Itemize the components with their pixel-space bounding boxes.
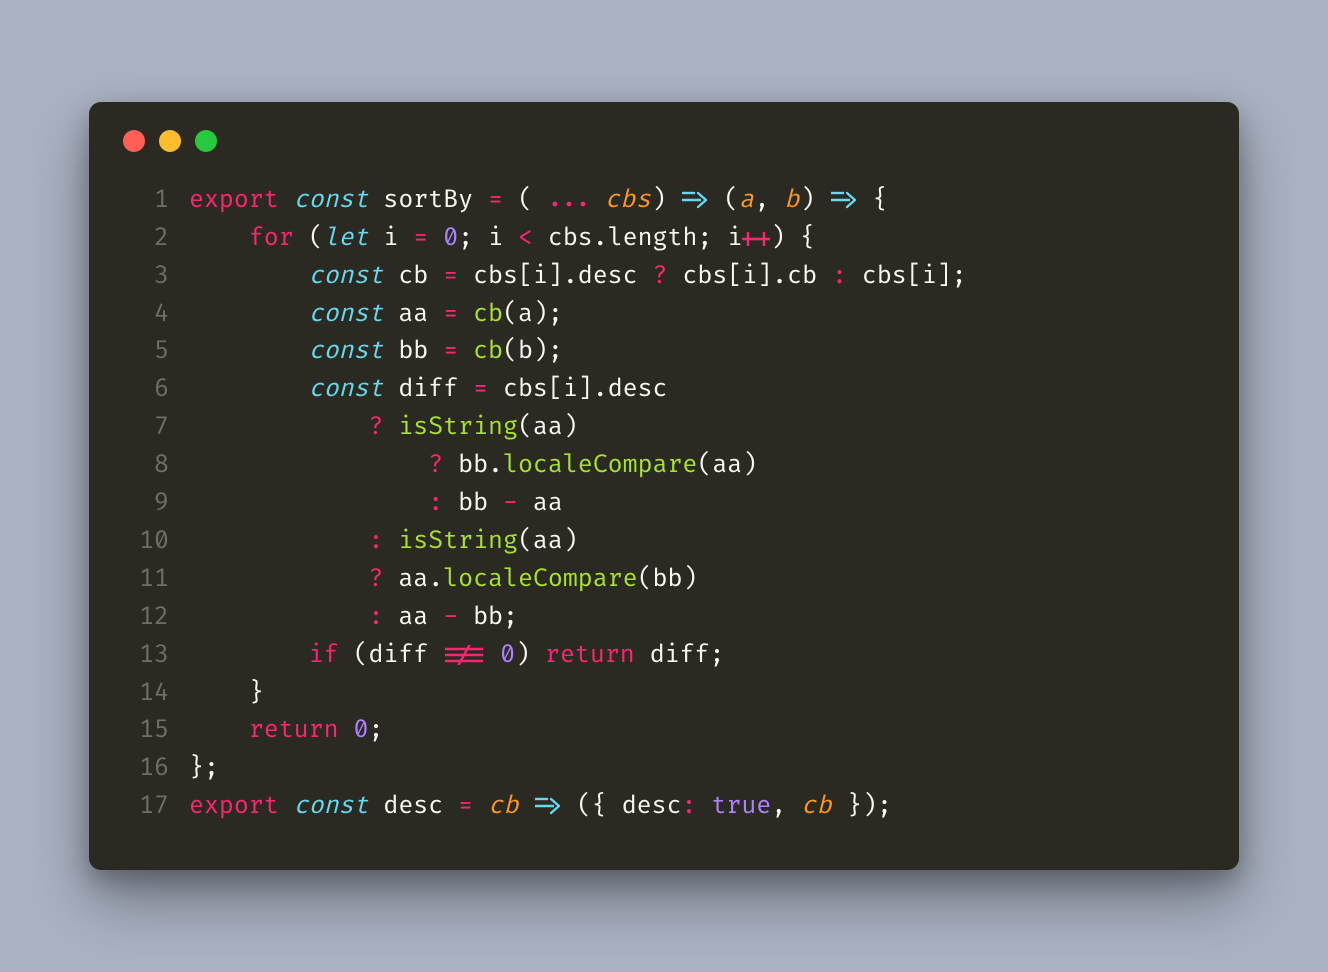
zoom-icon[interactable]: [195, 130, 217, 152]
code-line: 13 if (diff 0) return diff;: [119, 637, 1203, 675]
code-line: 11 ? aa.localeCompare(bb): [119, 561, 1203, 599]
window-controls: [123, 130, 1203, 152]
line-number: 7: [119, 409, 169, 447]
code-content: const bb = cb(b);: [189, 333, 563, 371]
code-content: if (diff 0) return diff;: [189, 637, 724, 675]
line-number: 10: [119, 523, 169, 561]
line-number: 5: [119, 333, 169, 371]
line-number: 1: [119, 182, 169, 220]
code-content: : aa - bb;: [189, 599, 518, 637]
code-line: 14 }: [119, 675, 1203, 713]
code-content: ? aa.localeCompare(bb): [189, 561, 697, 599]
code-content: };: [189, 750, 219, 788]
line-number: 14: [119, 675, 169, 713]
code-content: }: [189, 675, 264, 713]
code-line: 5 const bb = cb(b);: [119, 333, 1203, 371]
code-content: return 0;: [189, 712, 383, 750]
code-line: 1 export const sortBy = ( cbs) (a, b) {: [119, 182, 1203, 220]
code-content: export const sortBy = ( cbs) (a, b) {: [189, 182, 888, 220]
code-content: const cb = cbs[i].desc ? cbs[i].cb : cbs…: [189, 258, 967, 296]
code-content: const aa = cb(a);: [189, 296, 563, 334]
code-line: 2 for (let i = 0; i < cbs.length; i) {: [119, 220, 1203, 258]
line-number: 4: [119, 296, 169, 334]
code-content: ? isString(aa): [189, 409, 578, 447]
page-background: 1 export const sortBy = ( cbs) (a, b) {2 …: [0, 0, 1328, 972]
code-line: 9 : bb - aa: [119, 485, 1203, 523]
line-number: 12: [119, 599, 169, 637]
minimize-icon[interactable]: [159, 130, 181, 152]
line-number: 6: [119, 371, 169, 409]
code-content: : bb - aa: [189, 485, 563, 523]
line-number: 15: [119, 712, 169, 750]
line-number: 17: [119, 788, 169, 826]
code-line: 4 const aa = cb(a);: [119, 296, 1203, 334]
code-line: 3 const cb = cbs[i].desc ? cbs[i].cb : c…: [119, 258, 1203, 296]
line-number: 13: [119, 637, 169, 675]
code-content: ? bb.localeCompare(aa): [189, 447, 757, 485]
line-number: 11: [119, 561, 169, 599]
code-line: 15 return 0;: [119, 712, 1203, 750]
line-number: 16: [119, 750, 169, 788]
line-number: 3: [119, 258, 169, 296]
close-icon[interactable]: [123, 130, 145, 152]
code-line: 7 ? isString(aa): [119, 409, 1203, 447]
code-content: const diff = cbs[i].desc: [189, 371, 668, 409]
line-number: 8: [119, 447, 169, 485]
code-line: 10 : isString(aa): [119, 523, 1203, 561]
line-number: 2: [119, 220, 169, 258]
code-content: : isString(aa): [189, 523, 578, 561]
code-content: for (let i = 0; i < cbs.length; i) {: [189, 220, 815, 258]
code-editor: 1 export const sortBy = ( cbs) (a, b) {2 …: [119, 182, 1203, 826]
line-number: 9: [119, 485, 169, 523]
code-line: 17 export const desc = cb ({ desc: true, …: [119, 788, 1203, 826]
terminal-window: 1 export const sortBy = ( cbs) (a, b) {2 …: [89, 102, 1239, 870]
code-line: 12 : aa - bb;: [119, 599, 1203, 637]
code-content: export const desc = cb ({ desc: true, cb…: [189, 788, 892, 826]
code-line: 16};: [119, 750, 1203, 788]
code-line: 8 ? bb.localeCompare(aa): [119, 447, 1203, 485]
code-line: 6 const diff = cbs[i].desc: [119, 371, 1203, 409]
